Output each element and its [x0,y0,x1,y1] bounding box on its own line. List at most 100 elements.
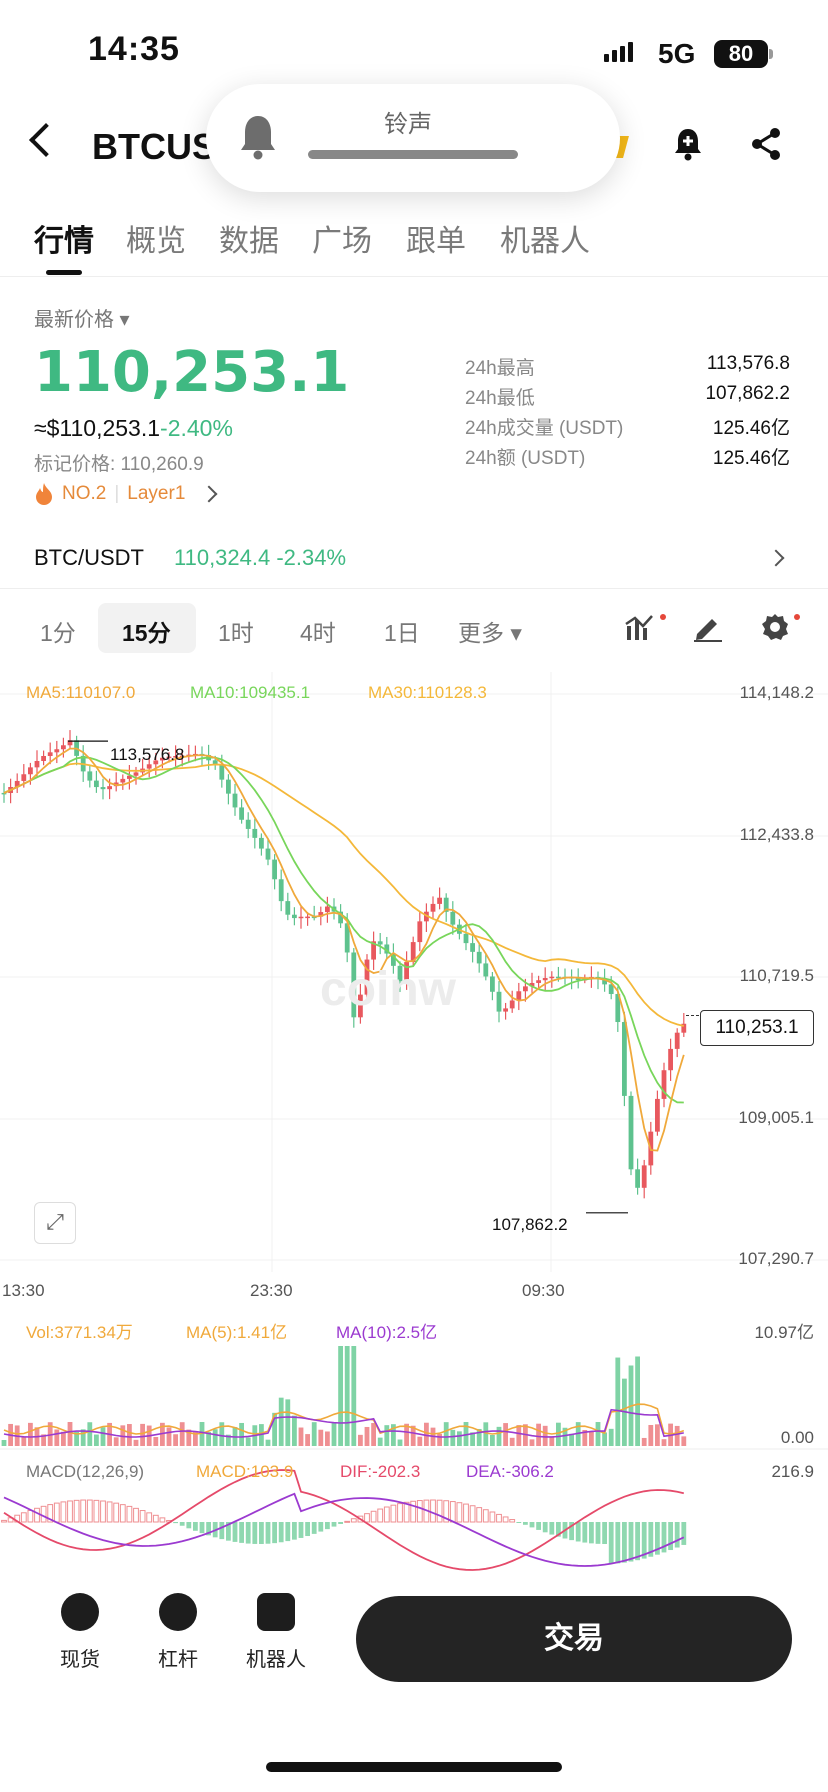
volume-bar [298,1427,304,1446]
candle-body [107,786,112,790]
signal-icon [604,42,633,62]
latest-price-label[interactable]: 最新价格 ▾ [34,303,130,332]
macd-bar [318,1522,324,1532]
interval-15m[interactable]: 15分 [122,614,171,648]
alert-bell-icon[interactable] [672,126,704,162]
last-price: 110,253.1 [34,340,350,405]
margin-button[interactable]: 杠杆 [138,1593,218,1672]
volume-bar [509,1437,515,1446]
candle-body [377,941,383,945]
macd-bar [489,1511,496,1523]
volume-bar [635,1356,640,1446]
bot-button[interactable]: 机器人 [236,1593,316,1672]
volume-bar [648,1424,654,1446]
macd-bar [232,1522,238,1542]
volume-bar [556,1422,561,1446]
interval-4h[interactable]: 4时 [300,614,336,648]
market-pair[interactable]: BTC/USDT [34,545,144,571]
candle-body [628,1095,634,1170]
tab-quotes[interactable]: 行情 [34,216,94,260]
candle-body [483,963,489,977]
volume-bar [61,1431,66,1446]
stat-amount-value: 125.46亿 [712,448,790,469]
candle-body [272,859,277,880]
candle-body [523,986,528,992]
dea-line [3,1492,685,1567]
candle-body [278,879,284,902]
macd-bar [186,1522,192,1529]
mark-price: 标记价格: 110,260.9 [34,454,204,475]
macd-bar [305,1522,310,1537]
candle-body [542,978,548,981]
macd-bar [338,1522,343,1524]
volume-bar [212,1429,218,1446]
divider [0,276,828,277]
interval-more[interactable]: 更多 ▾ [458,614,522,648]
macd-bar [20,1512,27,1523]
macd-bar [449,1501,456,1523]
share-icon[interactable] [748,126,784,162]
tab-data[interactable]: 数据 [219,216,279,260]
draw-tool-icon[interactable] [692,612,724,642]
market-price: 110,324.4 -2.34% [174,545,347,570]
indicator-icon[interactable] [624,612,654,642]
expand-chart-button[interactable]: ⤢ [34,1202,76,1244]
interval-1d[interactable]: 1日 [384,614,420,648]
interval-1m[interactable]: 1分 [40,614,76,648]
candle-body [87,771,93,781]
ma30-value: MA30:110128.3 [368,683,487,702]
chevron-right-icon[interactable] [767,549,785,567]
tab-overview[interactable]: 概览 [126,216,186,260]
macd-bar [622,1522,627,1563]
macd-bar [285,1522,291,1542]
spot-icon [61,1593,99,1631]
volume-bar [100,1427,106,1446]
ma10-line [3,756,684,1104]
tab-square[interactable]: 广场 [312,216,372,260]
volume-bar [384,1425,390,1446]
volume-bar [344,1346,350,1446]
tab-copy-trading[interactable]: 跟单 [406,216,466,260]
volume-bar [417,1436,423,1446]
trade-button[interactable]: 交易 [356,1596,792,1682]
macd-bar [469,1505,476,1523]
macd-bar [529,1522,535,1528]
settings-gear-icon[interactable] [760,612,790,642]
bell-icon [241,116,275,160]
candle-body [417,921,423,943]
candle-body [668,1048,673,1071]
pair-title: BTCUS [92,126,212,167]
dea-value: DEA:-306.2 [466,1462,554,1481]
stat-volume-label: 24h成交量 (USDT) [465,418,624,439]
macd-bar [416,1500,423,1523]
volume-bar [311,1422,317,1446]
candle-body [61,745,66,750]
volume-bar [127,1424,132,1446]
macd-bar [67,1500,73,1523]
tab-bots[interactable]: 机器人 [500,216,590,260]
macd-bar [159,1517,166,1523]
candle-body [54,749,60,753]
volume-bar [457,1431,462,1446]
spot-button[interactable]: 现货 [40,1593,120,1672]
volume-bar [305,1434,310,1446]
candle-body [549,976,555,979]
back-button[interactable] [29,123,63,157]
stat-high-value: 113,576.8 [706,353,790,374]
interval-1h[interactable]: 1时 [218,614,254,648]
fire-icon [36,483,52,505]
candle-body [503,1008,508,1012]
current-price-tag: 110,253.1 [700,1010,814,1046]
volume-bar [325,1431,330,1446]
volume-slider[interactable] [308,150,518,159]
macd-bar [509,1519,516,1523]
volume-bar [87,1422,93,1446]
spot-label: 现货 [60,1649,100,1671]
ringer-label: 铃声 [384,111,432,138]
volume-bar [166,1427,172,1446]
volume-bar [674,1425,680,1446]
rank-row[interactable]: NO.2 | Layer1 [34,482,218,506]
volume-bar [351,1346,357,1446]
price-axis-label: 110,719.5 [739,966,814,985]
candle-body [476,951,482,964]
